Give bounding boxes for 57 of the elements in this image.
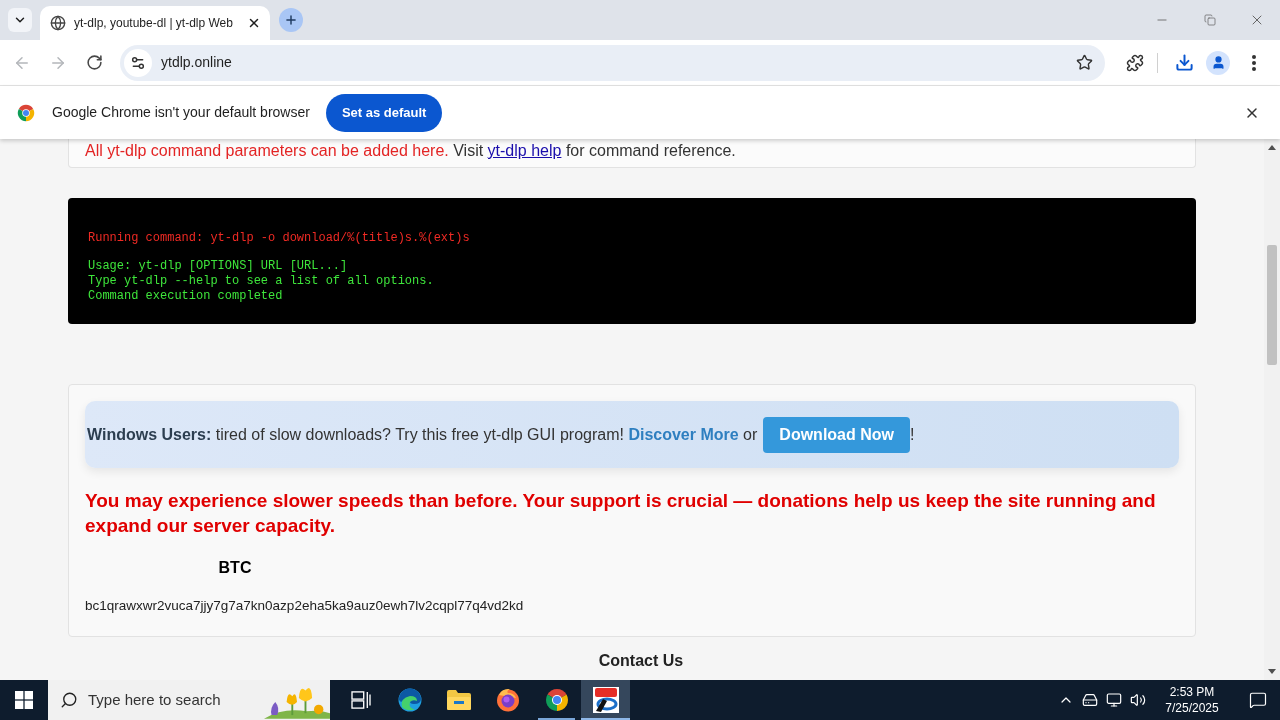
- promo-text: Windows Users: tired of slow downloads? Try this free yt-dlp GUI program! Discover More or: [87, 424, 758, 445]
- tab-title: yt-dlp, youtube-dl | yt-dlp Web: [74, 15, 234, 32]
- clock-time: 2:53 PM: [1169, 684, 1215, 700]
- restore-icon: [1204, 14, 1216, 26]
- speaker-icon[interactable]: [1130, 692, 1146, 708]
- drive-icon[interactable]: [1082, 692, 1098, 708]
- network-icon[interactable]: [1106, 692, 1122, 708]
- notification-icon: [1249, 691, 1267, 709]
- address-bar[interactable]: ytdlp.online: [120, 44, 1105, 81]
- person-icon: [1210, 55, 1226, 70]
- terminal-line: Running command: yt-dlp -o download/%(title)s.%(ext)s: [88, 231, 470, 246]
- browser-tab[interactable]: yt-dlp, youtube-dl | yt-dlp Web: [40, 6, 270, 40]
- infobar-message: Google Chrome isn't your default browser: [52, 103, 310, 122]
- task-view-icon: [350, 691, 371, 709]
- menu-icon: [1252, 54, 1256, 71]
- profile-button[interactable]: [1206, 50, 1230, 75]
- close-icon: [247, 16, 261, 30]
- taskbar-clock[interactable]: 2:53 PM 7/25/2025: [1154, 684, 1230, 716]
- windows-logo-icon: [15, 691, 33, 709]
- terminal-line: Usage: yt-dlp [OPTIONS] URL [URL...]: [88, 259, 348, 274]
- tab-search-button[interactable]: [8, 8, 32, 32]
- contact-heading: Contact Us: [598, 651, 684, 672]
- donation-notice: You may experience slower speeds than before. Your support is crucial — donations help us keep the site running and expand our server capacity.: [85, 489, 1157, 538]
- search-placeholder: Type here to search: [88, 689, 221, 710]
- new-tab-button[interactable]: [279, 8, 303, 32]
- tune-icon: [130, 54, 146, 71]
- chrome-logo-icon: [17, 103, 35, 122]
- running-indicator: [581, 718, 630, 720]
- chrome-icon: [544, 688, 569, 712]
- download-icon: [1174, 53, 1194, 72]
- star-icon[interactable]: [1076, 54, 1093, 71]
- wallet-address: bc1qrawxwr2vuca7jjy7g7a7kn0azp2eha5ka9auz0ewh7lv2cqpl77q4vd2kd: [85, 597, 524, 615]
- puzzle-icon: [1126, 53, 1144, 72]
- video-app-icon: [592, 687, 619, 713]
- taskbar-search-field[interactable]: Type here to search: [48, 680, 330, 720]
- set-default-button[interactable]: Set as default: [325, 93, 443, 132]
- params-note-text: All yt-dlp command parameters can be added here. Visit yt-dlp help for command reference.: [85, 142, 737, 160]
- terminal-line: Type yt-dlp --help to see a list of all options.: [88, 274, 434, 289]
- reload-icon: [85, 54, 103, 71]
- edge-browser-icon: [397, 688, 422, 712]
- site-info-button[interactable]: [124, 48, 152, 77]
- running-indicator: [538, 718, 575, 720]
- scroll-up-arrow-icon[interactable]: [1268, 145, 1276, 150]
- help-link[interactable]: yt-dlp help: [487, 142, 562, 159]
- plus-icon: [284, 13, 298, 27]
- taskbar-app-button[interactable]: [581, 680, 630, 720]
- exclamation-text: !: [910, 424, 915, 445]
- currency-label: BTC: [218, 558, 252, 578]
- clock-date: 7/25/2025: [1165, 700, 1219, 716]
- url-text: ytdlp.online: [161, 53, 233, 72]
- scrollbar-thumb[interactable]: [1267, 245, 1277, 365]
- scroll-down-arrow-icon[interactable]: [1268, 669, 1276, 674]
- firefox-icon: [495, 688, 520, 712]
- search-icon: [60, 691, 78, 709]
- folder-icon: [446, 690, 471, 710]
- terminal-line: Command execution completed: [88, 289, 283, 304]
- globe-icon: [50, 15, 66, 31]
